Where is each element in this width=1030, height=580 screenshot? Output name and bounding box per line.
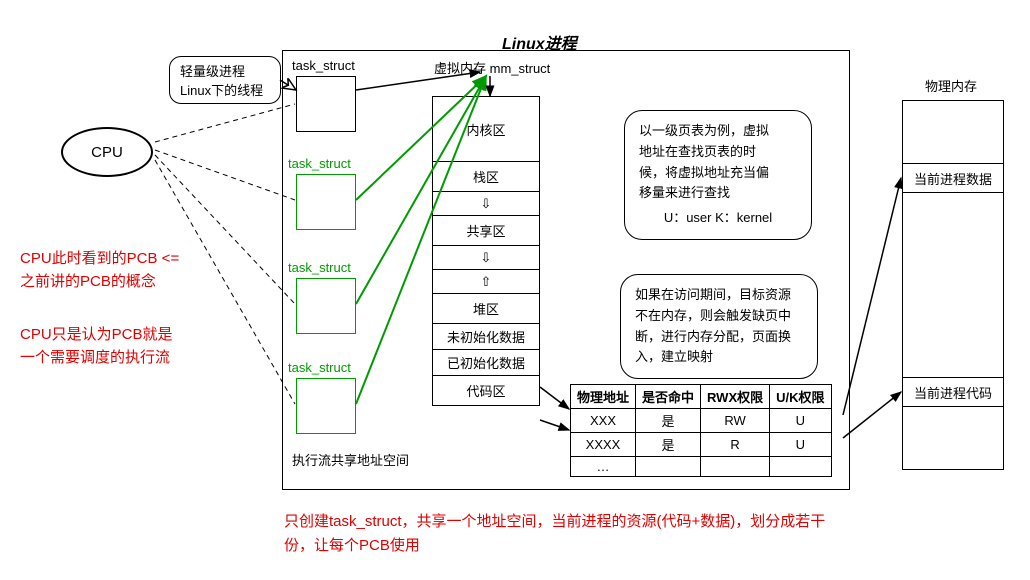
page-table: 物理地址 是否命中 RWX权限 U/K权限 XXX 是 RW U XXXX 是 … [570, 384, 832, 477]
note1-l2: 地址在查找页表的时 [639, 142, 797, 163]
vm-column: 内核区 栈区 ⇩ 共享区 ⇩ ⇧ 堆区 未初始化数据 已初始化数据 代码区 [432, 96, 540, 406]
task-struct-label-green-2: task_struct [288, 260, 351, 275]
note1-l4: 移量来进行查找 [639, 183, 797, 204]
pt-r3c4 [770, 457, 831, 477]
vm-region-code: 代码区 [432, 376, 540, 406]
red-note-2a: CPU只是认为PCB就是 [20, 324, 173, 347]
red-note-3a: 只创建task_struct，共享一个地址空间，当前进程的资源(代码+数据)，划… [284, 510, 944, 534]
note-box-pagetable-example: 以一级页表为例，虚拟 地址在查找页表的时 候，将虚拟地址充当偏 移量来进行查找 … [624, 110, 812, 240]
red-note-1b: 之前讲的PCB的概念 [20, 271, 179, 294]
vm-region-shared: 共享区 [432, 216, 540, 246]
red-note-2: CPU只是认为PCB就是 一个需要调度的执行流 [20, 324, 173, 369]
vm-region-data: 已初始化数据 [432, 350, 540, 376]
pt-h1: 物理地址 [571, 385, 636, 409]
note1-l3: 候，将虚拟地址充当偏 [639, 163, 797, 184]
task-struct-label-green-3: task_struct [288, 360, 351, 375]
pt-r2c1: XXXX [571, 433, 636, 457]
note2-l2: 不在内存，则会触发缺页中 [635, 306, 803, 327]
pt-r1c4: U [770, 409, 831, 433]
phys-data-cell: 当前进程数据 [902, 163, 1004, 193]
note-box-pagefault: 如果在访问期间，目标资源 不在内存，则会触发缺页中 断，进行内存分配，页面换 入… [620, 274, 818, 379]
vm-region-stack: 栈区 [432, 162, 540, 192]
phys-code-cell: 当前进程代码 [902, 377, 1004, 407]
phys-mem-column: 当前进程数据 当前进程代码 [902, 100, 1004, 470]
task-struct-box-green-3 [296, 378, 356, 434]
task-struct-box-main [296, 76, 356, 132]
note2-l1: 如果在访问期间，目标资源 [635, 285, 803, 306]
vm-arrow-down-1: ⇩ [432, 192, 540, 216]
red-note-3b: 份，让每个PCB使用 [284, 534, 944, 558]
red-note-2b: 一个需要调度的执行流 [20, 347, 173, 370]
cpu-label: CPU [91, 144, 123, 161]
note2-l4: 入，建立映射 [635, 347, 803, 368]
vm-region-heap: 堆区 [432, 294, 540, 324]
note1-l5: U：user K：kernel [639, 208, 797, 229]
vm-region-kernel: 内核区 [432, 96, 540, 162]
vm-arrow-up: ⇧ [432, 270, 540, 294]
pt-h2: 是否命中 [636, 385, 701, 409]
pt-r2c4: U [770, 433, 831, 457]
vm-arrow-down-2: ⇩ [432, 246, 540, 270]
red-note-3: 只创建task_struct，共享一个地址空间，当前进程的资源(代码+数据)，划… [284, 510, 944, 558]
task-struct-label-black: task_struct [292, 58, 355, 73]
vm-region-bss: 未初始化数据 [432, 324, 540, 350]
pt-r3c2 [636, 457, 701, 477]
red-note-1a: CPU此时看到的PCB <= [20, 248, 179, 271]
pt-r1c3: RW [701, 409, 770, 433]
pt-r1c1: XXX [571, 409, 636, 433]
pt-h4: U/K权限 [770, 385, 831, 409]
pt-r2c2: 是 [636, 433, 701, 457]
task-struct-box-green-2 [296, 278, 356, 334]
note2-l3: 断，进行内存分配，页面换 [635, 327, 803, 348]
vm-label: 虚拟内存 mm_struct [434, 58, 550, 77]
phys-mem-label: 物理内存 [925, 76, 977, 95]
cpu-ellipse: CPU [61, 127, 153, 177]
pt-r1c2: 是 [636, 409, 701, 433]
speech-bubble: 轻量级进程 Linux下的线程 [169, 56, 281, 104]
shared-space-label: 执行流共享地址空间 [292, 450, 409, 469]
red-note-1: CPU此时看到的PCB <= 之前讲的PCB的概念 [20, 248, 179, 293]
pt-r3c3 [701, 457, 770, 477]
note1-l1: 以一级页表为例，虚拟 [639, 121, 797, 142]
speech-line1: 轻量级进程 [180, 61, 270, 80]
pt-r3c1: … [571, 457, 636, 477]
task-struct-box-green-1 [296, 174, 356, 230]
pt-h3: RWX权限 [701, 385, 770, 409]
pt-r2c3: R [701, 433, 770, 457]
task-struct-label-green-1: task_struct [288, 156, 351, 171]
speech-line2: Linux下的线程 [180, 80, 270, 99]
